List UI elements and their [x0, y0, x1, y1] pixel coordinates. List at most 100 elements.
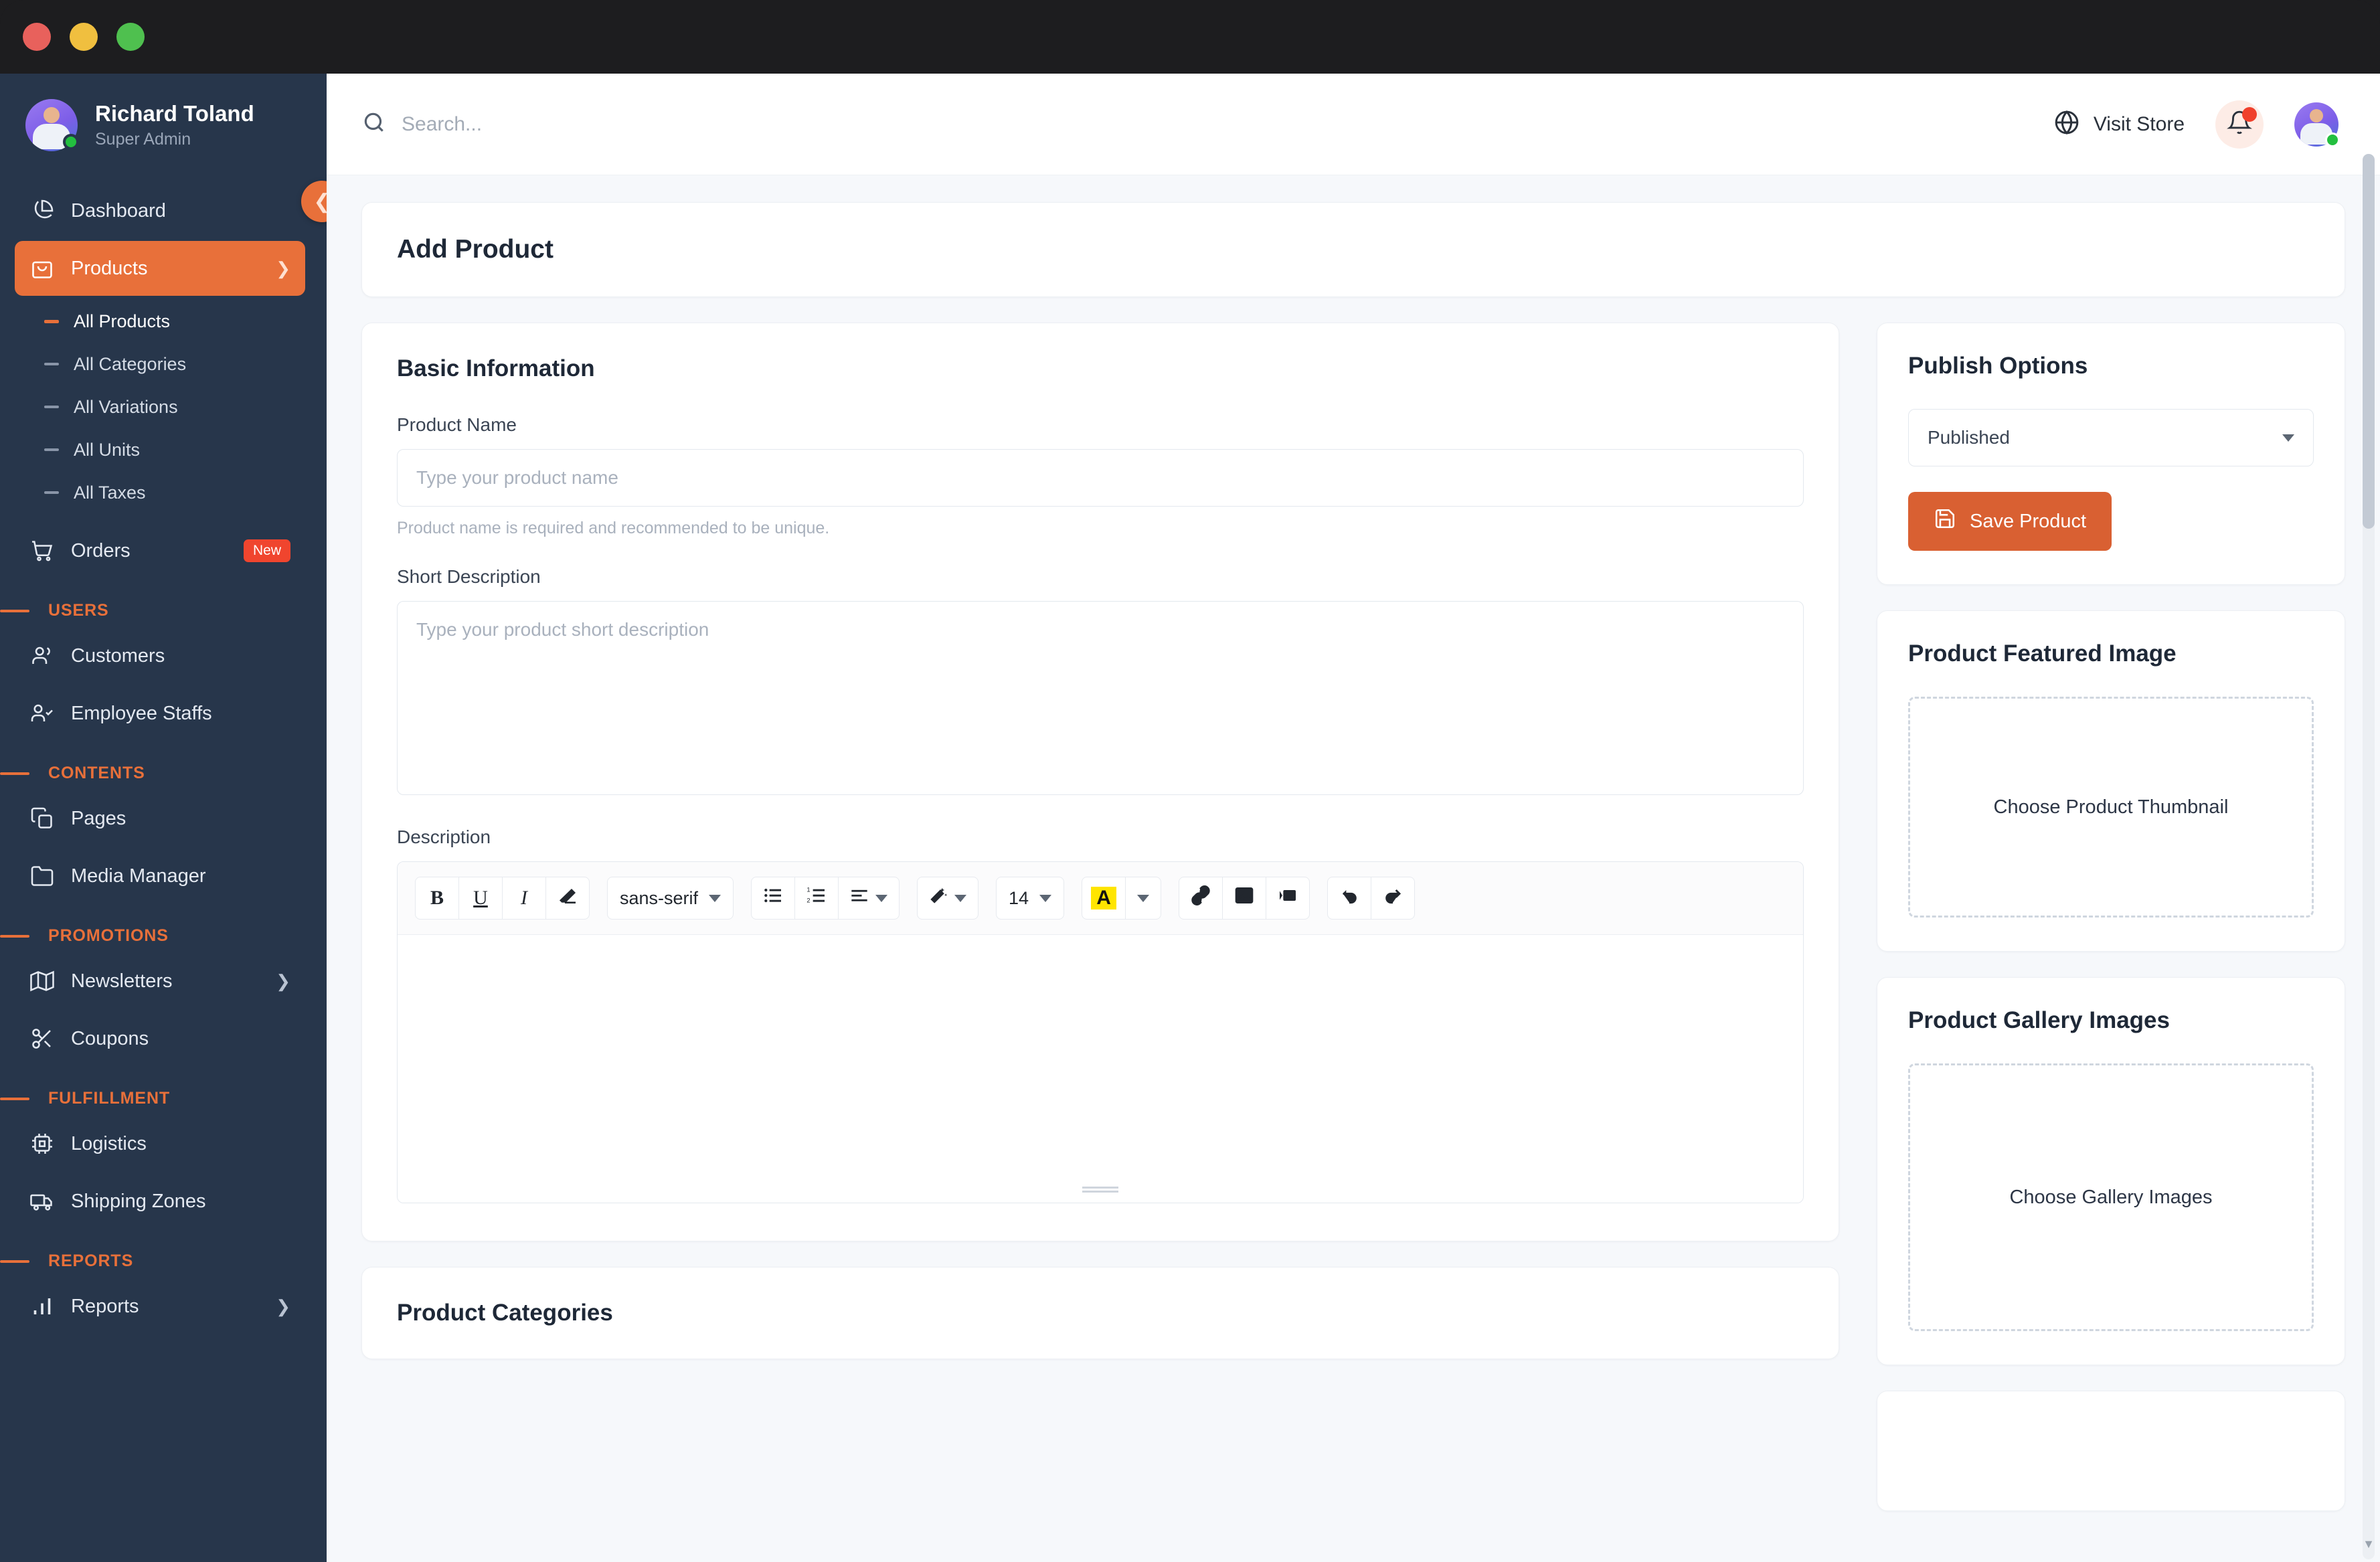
user-avatar-button[interactable]	[2294, 102, 2340, 147]
pie-chart-icon	[29, 198, 55, 224]
chevron-down-icon	[2282, 434, 2294, 442]
align-button[interactable]	[838, 877, 900, 920]
section-dash-icon	[0, 772, 29, 775]
sidebar-subitem-all-products[interactable]: All Products	[0, 300, 327, 343]
publish-status-value: Published	[1928, 427, 2010, 448]
sidebar-profile[interactable]: Richard Toland Super Admin	[0, 74, 327, 174]
sidebar-item-pages[interactable]: Pages	[15, 791, 305, 846]
font-size-select[interactable]: 14	[996, 877, 1065, 920]
undo-button[interactable]	[1327, 877, 1372, 920]
short-description-input[interactable]	[397, 601, 1804, 795]
sidebar-item-label: Media Manager	[71, 865, 206, 887]
product-name-input[interactable]	[397, 449, 1804, 507]
scrollbar-thumb[interactable]	[2363, 154, 2375, 529]
dash-icon	[44, 319, 59, 323]
link-icon	[1190, 885, 1211, 912]
sidebar-item-shipping-zones[interactable]: Shipping Zones	[15, 1174, 305, 1229]
sidebar-item-employee-staffs[interactable]: Employee Staffs	[15, 686, 305, 741]
section-title: FULFILLMENT	[48, 1089, 171, 1108]
search-input[interactable]	[402, 112, 870, 136]
save-product-button[interactable]: Save Product	[1908, 492, 2112, 551]
search-icon	[361, 110, 387, 139]
sidebar-item-dashboard[interactable]: Dashboard	[15, 183, 305, 238]
short-description-label: Short Description	[397, 566, 541, 587]
section-dash-icon	[0, 1260, 29, 1263]
sidebar-item-customers[interactable]: Customers	[15, 628, 305, 683]
chevron-right-icon: ❯	[276, 970, 290, 991]
folder-icon	[29, 863, 55, 889]
publish-status-select[interactable]: Published	[1908, 409, 2314, 466]
gallery-images-card: Product Gallery Images Choose Gallery Im…	[1877, 977, 2345, 1365]
online-status-dot	[63, 134, 79, 150]
redo-button[interactable]	[1371, 877, 1416, 920]
numbered-list-icon: 12	[806, 885, 827, 912]
editor-content-area[interactable]	[398, 935, 1803, 1203]
redo-icon	[1382, 885, 1404, 912]
window-maximize-button[interactable]	[116, 23, 145, 51]
window-minimize-button[interactable]	[70, 23, 98, 51]
font-family-group: sans-serif	[607, 877, 734, 920]
sidebar-item-coupons[interactable]: Coupons	[15, 1011, 305, 1066]
italic-label: I	[521, 887, 527, 909]
sidebar-item-logistics[interactable]: Logistics	[15, 1116, 305, 1171]
gallery-images-dropzone[interactable]: Choose Gallery Images	[1908, 1063, 2314, 1331]
sidebar-item-label: Products	[71, 257, 148, 279]
sidebar-subitem-all-taxes[interactable]: All Taxes	[0, 471, 327, 514]
window-close-button[interactable]	[23, 23, 51, 51]
sidebar-nav: Dashboard Products ❯ All Products All Ca…	[0, 174, 327, 1334]
sidebar-item-label: Reports	[71, 1295, 139, 1317]
page-scrollbar[interactable]	[2363, 154, 2375, 1559]
video-button[interactable]	[1266, 877, 1310, 920]
save-icon	[1934, 507, 1956, 535]
clear-format-button[interactable]	[545, 877, 590, 920]
eraser-icon	[557, 885, 578, 912]
page-header: Add Product	[361, 202, 2345, 297]
bold-button[interactable]: B	[415, 877, 459, 920]
shopping-bag-icon	[29, 256, 55, 281]
section-title: USERS	[48, 601, 109, 620]
image-button[interactable]	[1222, 877, 1267, 920]
bullet-list-icon	[762, 885, 784, 912]
product-name-label: Product Name	[397, 414, 517, 435]
sidebar-item-reports[interactable]: Reports ❯	[15, 1279, 305, 1334]
font-family-select[interactable]: sans-serif	[607, 877, 734, 920]
save-product-label: Save Product	[1970, 510, 2087, 532]
dash-icon	[44, 406, 59, 408]
dropzone-label: Choose Gallery Images	[2009, 1186, 2213, 1208]
page-title: Add Product	[397, 235, 554, 264]
app-shell: Richard Toland Super Admin ❮ Dashboard	[0, 74, 2380, 1562]
sidebar-item-label: Dashboard	[71, 199, 166, 222]
sidebar-item-media-manager[interactable]: Media Manager	[15, 849, 305, 903]
sidebar-subitem-all-variations[interactable]: All Variations	[0, 385, 327, 428]
section-title: Product Categories	[397, 1300, 613, 1326]
additional-options-card	[1877, 1391, 2345, 1511]
visit-store-button[interactable]: Visit Store	[2053, 109, 2185, 139]
numbered-list-button[interactable]: 12	[794, 877, 839, 920]
globe-icon	[2053, 109, 2080, 139]
highlight-color-dropdown[interactable]	[1125, 877, 1162, 920]
sidebar-subitem-all-units[interactable]: All Units	[0, 428, 327, 471]
italic-button[interactable]: I	[502, 877, 546, 920]
highlight-button[interactable]: A	[1082, 877, 1126, 920]
chevron-right-icon: ❯	[276, 1296, 290, 1316]
sidebar-section-users: USERS	[0, 601, 327, 620]
magic-styles-button[interactable]	[917, 877, 979, 920]
sidebar-item-newsletters[interactable]: Newsletters ❯	[15, 954, 305, 1009]
online-status-dot	[2325, 132, 2340, 147]
sidebar-subitem-all-categories[interactable]: All Categories	[0, 343, 327, 385]
sidebar-item-orders[interactable]: Orders New	[15, 523, 305, 578]
featured-image-dropzone[interactable]: Choose Product Thumbnail	[1908, 697, 2314, 918]
underline-button[interactable]: U	[458, 877, 503, 920]
editor-resize-handle[interactable]	[1082, 1187, 1118, 1193]
notifications-button[interactable]	[2215, 100, 2264, 149]
user-check-icon	[29, 701, 55, 726]
highlight-group: A	[1082, 877, 1162, 920]
image-icon	[1234, 885, 1255, 912]
scroll-down-arrow[interactable]: ▼	[2363, 1538, 2375, 1550]
bullet-list-button[interactable]	[751, 877, 796, 920]
sidebar-item-products[interactable]: Products ❯	[15, 241, 305, 296]
truck-icon	[29, 1189, 55, 1214]
link-button[interactable]	[1179, 877, 1223, 920]
search-bar[interactable]	[361, 110, 2053, 139]
section-title: Basic Information	[397, 355, 595, 381]
